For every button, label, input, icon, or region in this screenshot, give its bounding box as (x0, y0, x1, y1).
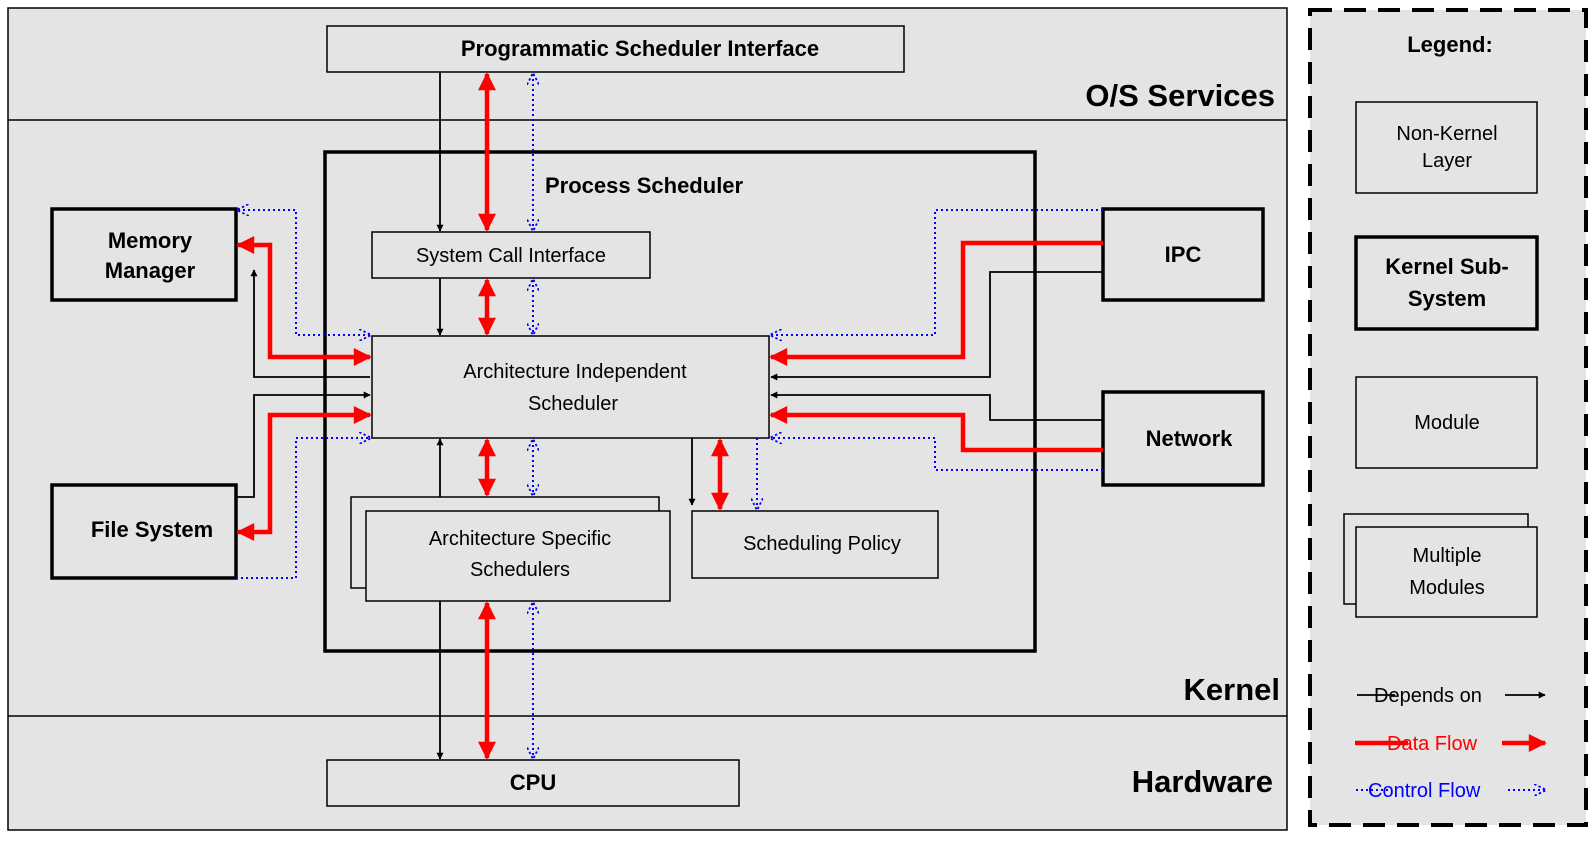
programmatic-scheduler-interface: Programmatic Scheduler Interface (326, 25, 905, 73)
memory-manager: Memory Manager (50, 207, 238, 302)
svg-text:Layer: Layer (1422, 150, 1472, 172)
svg-text:Scheduling Policy: Scheduling Policy (743, 533, 901, 555)
svg-text:Programmatic Scheduler Interfa: Programmatic Scheduler Interface (461, 36, 819, 61)
legend-kernel-subsystem: Kernel Sub- System (1354, 235, 1539, 331)
svg-text:Depends on: Depends on (1374, 685, 1482, 707)
svg-text:Module: Module (1414, 412, 1480, 434)
file-system: File System (50, 483, 238, 580)
svg-text:Architecture Independent: Architecture Independent (463, 361, 687, 383)
ipc: IPC (1101, 207, 1265, 302)
svg-text:System: System (1408, 286, 1486, 311)
svg-text:Memory: Memory (108, 228, 193, 253)
svg-text:Modules: Modules (1409, 577, 1485, 599)
svg-text:Architecture Specific: Architecture Specific (429, 528, 611, 550)
layer-hardware: Hardware (1132, 764, 1273, 799)
svg-text:Manager: Manager (105, 258, 196, 283)
svg-text:IPC: IPC (1165, 242, 1202, 267)
svg-text:Data Flow: Data Flow (1387, 733, 1478, 755)
svg-text:Scheduler: Scheduler (528, 393, 618, 415)
svg-text:Multiple: Multiple (1413, 545, 1482, 567)
network: Network (1101, 390, 1265, 487)
legend-multiple-modules: Multiple Modules (1343, 513, 1538, 618)
layer-kernel: Kernel (1184, 672, 1280, 707)
legend-non-kernel-layer: Non-Kernel Layer (1355, 101, 1538, 194)
legend-title: Legend: (1407, 32, 1493, 57)
svg-text:Schedulers: Schedulers (470, 559, 570, 581)
cpu: CPU (326, 759, 740, 807)
legend: Legend: Non-Kernel Layer Kernel Sub- Sys… (1308, 8, 1588, 827)
svg-text:Kernel Sub-: Kernel Sub- (1385, 254, 1508, 279)
svg-text:Non-Kernel: Non-Kernel (1396, 123, 1497, 145)
svg-text:File System: File System (91, 517, 213, 542)
svg-text:Network: Network (1146, 426, 1234, 451)
scheduler-architecture-diagram: O/S Services Kernel Hardware Programmati… (0, 0, 1596, 846)
architecture-specific-schedulers: Architecture Specific Schedulers (350, 496, 671, 602)
architecture-independent-scheduler: Architecture Independent Scheduler (371, 335, 770, 439)
svg-text:Control Flow: Control Flow (1368, 780, 1481, 802)
svg-text:Process Scheduler: Process Scheduler (545, 173, 744, 198)
legend-module: Module (1355, 376, 1538, 469)
scheduling-policy: Scheduling Policy (691, 510, 939, 579)
svg-text:CPU: CPU (510, 770, 556, 795)
layer-os-services: O/S Services (1085, 78, 1275, 113)
system-call-interface: System Call Interface (371, 231, 651, 279)
svg-text:System Call Interface: System Call Interface (416, 245, 606, 267)
